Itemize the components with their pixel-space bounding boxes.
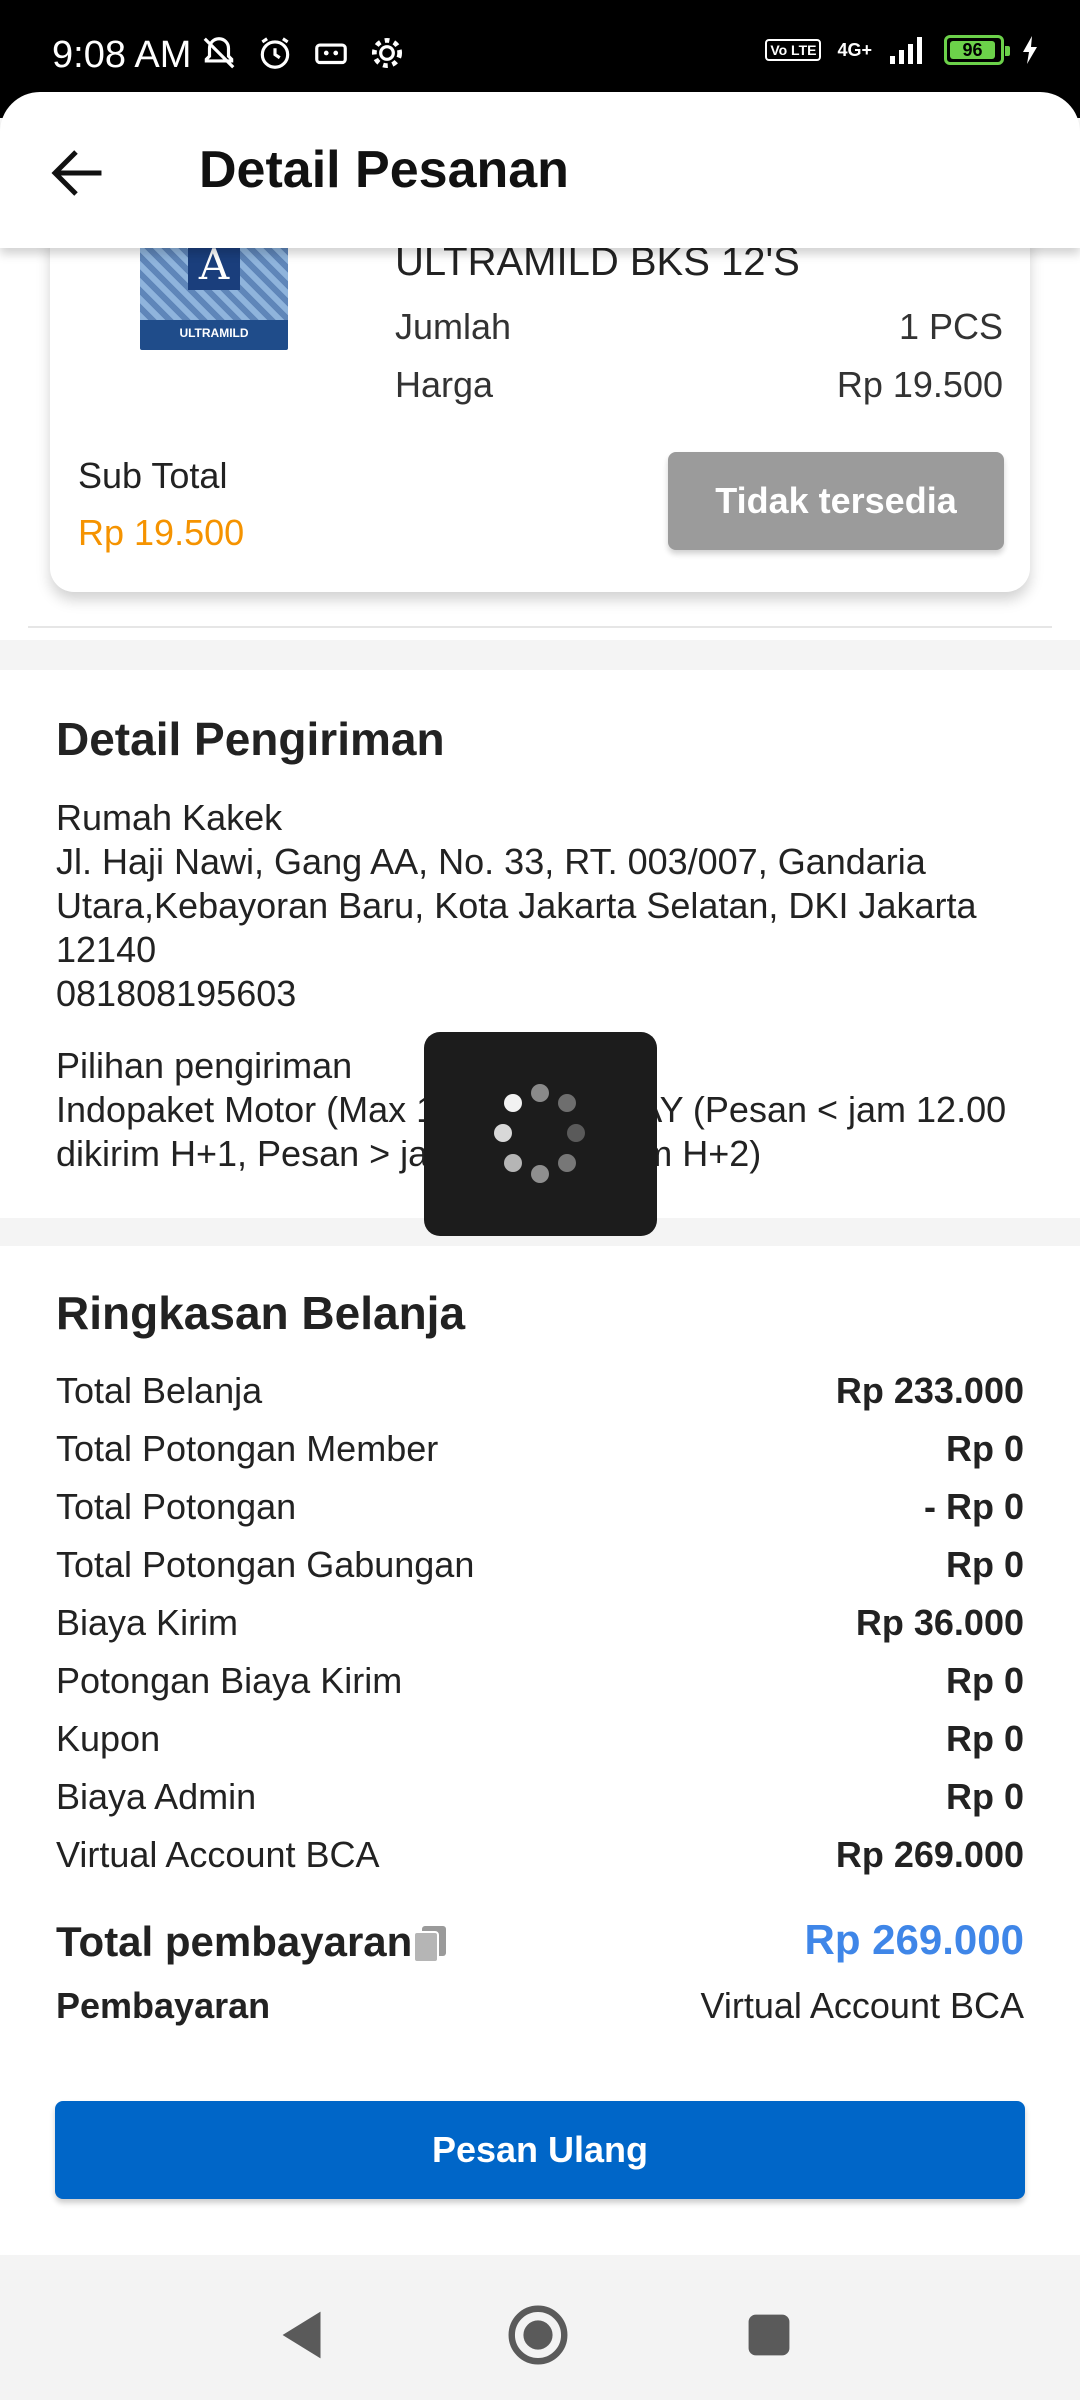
total-payment-label: Total pembayaran xyxy=(56,1918,413,1965)
navigation-bar xyxy=(0,2270,1080,2400)
status-icons-left xyxy=(200,34,406,72)
summary-row-value: Rp 0 xyxy=(945,1718,1024,1759)
volte-icon: Vo LTE xyxy=(765,39,822,61)
total-payment-value: Rp 269.000 xyxy=(804,1916,1024,1963)
summary-row-label: Biaya Kirim xyxy=(56,1602,239,1643)
summary-title: Ringkasan Belanja xyxy=(56,1287,466,1339)
summary-row-label: Potongan Biaya Kirim xyxy=(56,1660,403,1701)
summary-row-label: Kupon xyxy=(56,1718,161,1759)
nav-recents-icon[interactable] xyxy=(734,2300,804,2370)
quantity-value: 1 PCS xyxy=(898,306,1003,347)
shipping-recipient: Rumah Kakek xyxy=(56,797,283,838)
reorder-button[interactable]: Pesan Ulang xyxy=(55,2101,1025,2199)
summary-row-value: Rp 36.000 xyxy=(855,1602,1024,1643)
status-icons-right: Vo LTE 4G+ 96 xyxy=(765,34,1040,66)
charging-icon xyxy=(1023,36,1037,64)
nav-back-icon[interactable] xyxy=(268,2300,338,2370)
alarm-icon xyxy=(260,37,290,69)
payment-method-label: Pembayaran xyxy=(56,1985,271,2026)
app-header: Detail Pesanan xyxy=(0,92,1080,248)
product-image: A ULTRAMILD xyxy=(140,230,288,350)
summary-row-value: Rp 0 xyxy=(945,1544,1024,1585)
subtotal-value: Rp 19.500 xyxy=(78,512,245,553)
mute-icon xyxy=(203,37,235,69)
summary-row-value: Rp 0 xyxy=(945,1660,1024,1701)
summary-row-label: Total Belanja xyxy=(56,1370,263,1411)
copy-icon[interactable] xyxy=(410,1922,450,1966)
battery-icon: 96 xyxy=(944,35,1010,65)
unavailable-button[interactable]: Tidak tersedia xyxy=(668,452,1004,550)
quantity-label: Jumlah xyxy=(395,306,512,347)
status-time: 9:08 AM xyxy=(52,34,192,76)
page-title: Detail Pesanan xyxy=(199,141,569,199)
loading-spinner xyxy=(424,1032,657,1236)
nav-home-icon[interactable] xyxy=(503,2300,573,2370)
shipping-address: Jl. Haji Nawi, Gang AA, No. 33, RT. 003/… xyxy=(56,841,977,970)
cassette-icon xyxy=(315,43,347,65)
summary-row-value: Rp 269.000 xyxy=(835,1834,1024,1875)
summary-row-label: Virtual Account BCA xyxy=(56,1834,380,1875)
summary-row-label: Biaya Admin xyxy=(56,1776,257,1817)
network-type: 4G+ xyxy=(837,39,872,60)
product-card: A ULTRAMILD ULTRAMILD BKS 12'S Jumlah 1 … xyxy=(50,200,1030,592)
signal-icon xyxy=(890,37,922,64)
summary-row-value: Rp 0 xyxy=(945,1428,1024,1469)
summary-row-value: Rp 233.000 xyxy=(835,1370,1024,1411)
section-separator xyxy=(0,2255,1080,2270)
section-separator xyxy=(0,640,1080,670)
payment-method-value: Virtual Account BCA xyxy=(700,1985,1024,2026)
summary-row-label: Total Potongan Member xyxy=(56,1428,439,1469)
summary-row-label: Total Potongan Gabungan xyxy=(56,1544,475,1585)
arrow-left-icon[interactable] xyxy=(44,140,110,206)
divider xyxy=(28,626,1052,628)
battery-level: 96 xyxy=(950,41,995,59)
summary-row-label: Total Potongan xyxy=(56,1486,297,1527)
price-value: Rp 19.500 xyxy=(836,364,1003,405)
settings-icon xyxy=(371,37,403,69)
shipping-phone: 081808195603 xyxy=(56,973,297,1014)
subtotal-label: Sub Total xyxy=(78,455,228,496)
summary-row-value: - Rp 0 xyxy=(923,1486,1024,1527)
shipping-title: Detail Pengiriman xyxy=(56,713,445,765)
price-label: Harga xyxy=(395,364,494,405)
product-brand: ULTRAMILD xyxy=(179,326,249,340)
summary-row-value: Rp 0 xyxy=(945,1776,1024,1817)
